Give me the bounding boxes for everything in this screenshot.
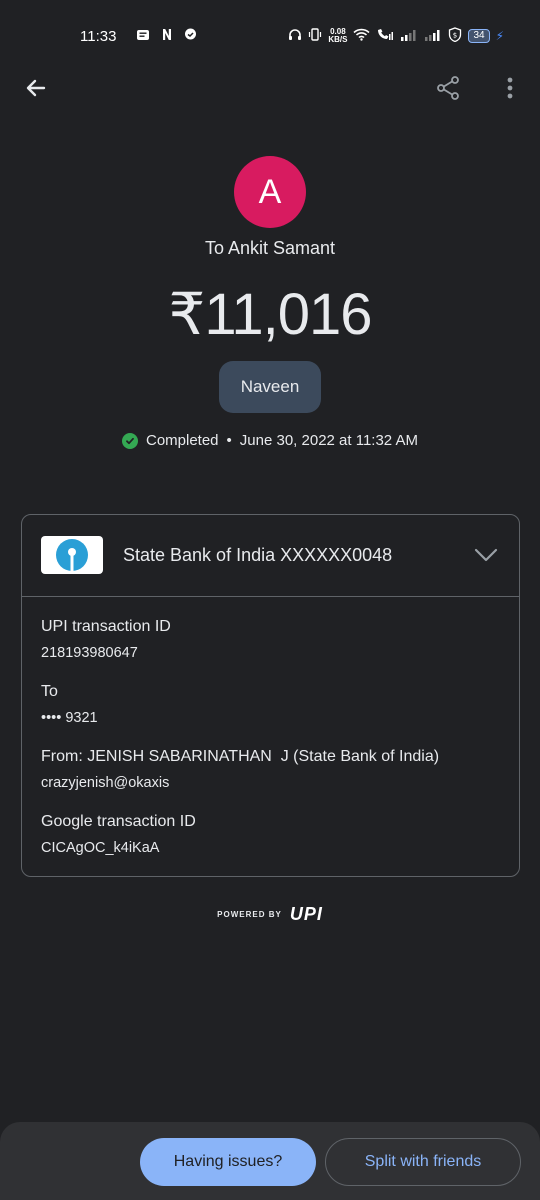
signal-icon-2 xyxy=(424,29,442,44)
upi-logo: UPI xyxy=(289,904,323,924)
upi-transaction-id-value: 218193980647 xyxy=(41,645,138,661)
bottom-action-bar: Having issues? Split with friends xyxy=(0,1122,540,1200)
from-label: From: JENISH SABARINATHAN J (State Bank … xyxy=(41,748,440,765)
recipient-name: To Ankit Samant xyxy=(204,238,336,258)
vibrate-icon xyxy=(308,28,322,44)
google-transaction-id-value: CICAgOC_k4iKaA xyxy=(41,840,160,856)
payment-note-chip: Naveen xyxy=(219,361,321,413)
chat-icon xyxy=(184,28,197,45)
battery-indicator: 34 xyxy=(468,29,490,43)
chevron-down-icon[interactable] xyxy=(470,539,502,571)
share-button[interactable] xyxy=(428,70,468,110)
charging-icon: ⚡ xyxy=(495,29,504,43)
message-icon xyxy=(136,28,150,45)
payment-datetime: June 30, 2022 at 11:32 AM xyxy=(239,432,418,449)
status-separator: • xyxy=(226,432,232,449)
status-text: Completed xyxy=(145,432,219,449)
headphones-icon xyxy=(288,28,302,44)
status-left: 11:33 xyxy=(80,28,197,45)
google-transaction-id-label: Google transaction ID xyxy=(41,813,196,830)
to-account-value: •••• 9321 xyxy=(41,710,98,726)
more-options-button[interactable] xyxy=(490,70,530,110)
status-time: 11:33 xyxy=(80,27,117,45)
app-bar xyxy=(0,70,540,110)
arrow-left-icon xyxy=(24,76,48,105)
share-icon xyxy=(435,75,461,106)
network-speed-unit: KB/S xyxy=(328,35,348,44)
bank-account-row[interactable]: State Bank of India XXXXXX0048 xyxy=(22,515,519,597)
status-right: 0.08 KB/S $ 34 ⚡ xyxy=(288,27,504,45)
split-with-friends-button[interactable]: Split with friends xyxy=(325,1138,521,1186)
svg-text:$: $ xyxy=(453,32,457,40)
network-speed: 0.08 KB/S xyxy=(328,28,347,44)
powered-by-upi: POWERED BY UPI xyxy=(0,904,540,925)
from-upi-id-value: crazyjenish@okaxis xyxy=(41,775,170,791)
upi-transaction-id-label: UPI transaction ID xyxy=(41,618,171,635)
to-label: To xyxy=(41,683,58,700)
payment-status: Completed • June 30, 2022 at 11:32 AM xyxy=(0,432,540,449)
more-vert-icon xyxy=(506,76,514,105)
status-bar: 11:33 0.08 KB/S $ 34 ⚡ xyxy=(0,0,540,72)
sbi-logo-icon xyxy=(41,536,103,574)
bank-account-name: State Bank of India XXXXXX0048 xyxy=(123,545,393,565)
vpn-shield-icon: $ xyxy=(448,27,462,45)
avatar: A xyxy=(234,156,306,228)
back-button[interactable] xyxy=(16,70,56,110)
check-circle-icon xyxy=(121,432,138,449)
having-issues-button[interactable]: Having issues? xyxy=(140,1138,316,1186)
wifi-icon xyxy=(353,28,370,44)
powered-by-text: POWERED BY xyxy=(217,910,282,919)
transaction-details-card: State Bank of India XXXXXX0048 UPI trans… xyxy=(21,514,520,877)
netflix-icon xyxy=(162,28,172,44)
signal-icon xyxy=(400,29,418,44)
payment-amount: ₹11,016 xyxy=(168,282,373,347)
wifi-calling-icon xyxy=(376,28,394,44)
